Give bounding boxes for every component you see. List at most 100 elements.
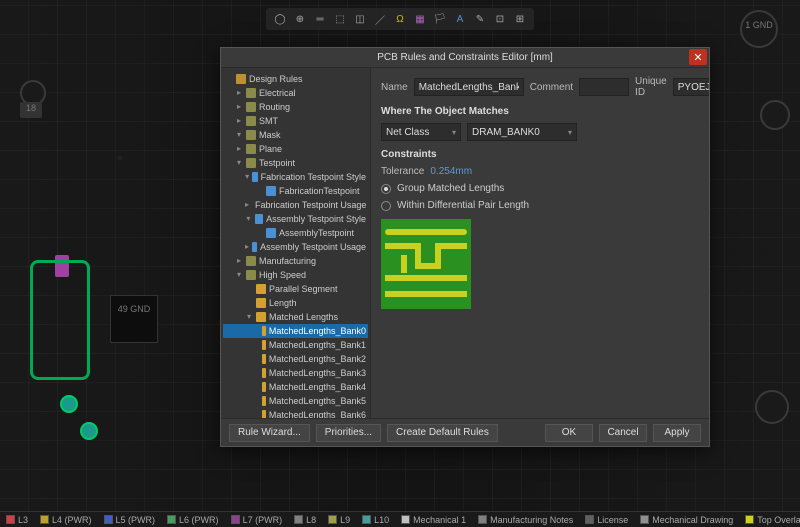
dialog-footer: Rule Wizard... Priorities... Create Defa… [221, 418, 709, 446]
tree-icon [252, 242, 257, 252]
tree-icon [262, 354, 266, 364]
tool-omega-icon[interactable]: Ω [392, 11, 408, 27]
tree-item[interactable]: ▾Fabrication Testpoint Style [223, 170, 368, 184]
ok-button[interactable]: OK [545, 424, 593, 442]
tool-place-icon[interactable]: ⊕ [292, 11, 308, 27]
tree-icon [256, 312, 266, 322]
rules-tree[interactable]: Design Rules▸Electrical▸Routing▸SMT▾Mask… [221, 68, 371, 418]
tree-icon [256, 298, 266, 308]
tree-item[interactable]: ▸Assembly Testpoint Usage [223, 240, 368, 254]
tree-item[interactable]: AssemblyTestpoint [223, 226, 368, 240]
name-input[interactable] [414, 78, 524, 96]
caret-icon [225, 75, 233, 83]
tolerance-value[interactable]: 0.254mm [430, 166, 472, 177]
tree-icon [236, 74, 246, 84]
create-default-rules-button[interactable]: Create Default Rules [387, 424, 498, 442]
tree-item[interactable]: MatchedLengths_Bank4 [223, 380, 368, 394]
scope-type-dropdown[interactable]: Net Class [381, 123, 461, 141]
layer-name: Mechanical Drawing [652, 515, 733, 525]
tool-fill-icon[interactable]: ◫ [352, 11, 368, 27]
tree-item[interactable]: ▾Mask [223, 128, 368, 142]
layer-tab[interactable]: Mechanical Drawing [634, 515, 739, 525]
tree-item[interactable]: Length [223, 296, 368, 310]
cancel-button[interactable]: Cancel [599, 424, 647, 442]
layer-name: Top Overlay [757, 515, 800, 525]
layer-tab[interactable]: L7 (PWR) [225, 515, 289, 525]
dialog-titlebar[interactable]: PCB Rules and Constraints Editor [mm] ✕ [221, 48, 709, 68]
tree-item[interactable]: ▸Routing [223, 100, 368, 114]
tree-item[interactable]: ▸SMT [223, 114, 368, 128]
tool-track-icon[interactable]: ═ [312, 11, 328, 27]
tool-line-icon[interactable]: ／ [372, 11, 388, 27]
tool-edit-icon[interactable]: ✎ [472, 11, 488, 27]
tree-label: High Speed [259, 269, 306, 281]
layer-tab[interactable]: L8 [288, 515, 322, 525]
tree-icon [246, 158, 256, 168]
layer-swatch-icon [401, 515, 410, 524]
layer-tab[interactable]: License [579, 515, 634, 525]
tree-icon [262, 368, 266, 378]
rule-wizard-button[interactable]: Rule Wizard... [229, 424, 310, 442]
tree-item[interactable]: FabricationTestpoint [223, 184, 368, 198]
tree-item[interactable]: MatchedLengths_Bank0 [223, 324, 368, 338]
caret-icon [255, 187, 263, 195]
layer-tab[interactable]: L6 (PWR) [161, 515, 225, 525]
tree-item[interactable]: MatchedLengths_Bank1 [223, 338, 368, 352]
tree-item[interactable]: Design Rules [223, 72, 368, 86]
comment-input[interactable] [579, 78, 629, 96]
tree-label: Assembly Testpoint Style [266, 213, 366, 225]
tree-item[interactable]: ▸Electrical [223, 86, 368, 100]
layer-name: Manufacturing Notes [490, 515, 573, 525]
radio-within-diffpair[interactable]: Within Differential Pair Length [381, 200, 699, 211]
radio-group-matched[interactable]: Group Matched Lengths [381, 183, 699, 194]
tree-item[interactable]: MatchedLengths_Bank6 [223, 408, 368, 418]
layer-tab[interactable]: L9 [322, 515, 356, 525]
tree-item[interactable]: MatchedLengths_Bank2 [223, 352, 368, 366]
tree-label: Plane [259, 143, 282, 155]
tree-item[interactable]: ▸Manufacturing [223, 254, 368, 268]
tool-text-icon[interactable]: A [452, 11, 468, 27]
layer-tabs-bar[interactable]: L3L4 (PWR)L5 (PWR)L6 (PWR)L7 (PWR)L8L9L1… [0, 511, 800, 527]
close-button[interactable]: ✕ [689, 49, 707, 65]
caret-icon: ▸ [235, 145, 243, 153]
tool-box2-icon[interactable]: ⊞ [512, 11, 528, 27]
tool-circle-icon[interactable]: ◯ [272, 11, 288, 27]
tree-item[interactable]: Parallel Segment [223, 282, 368, 296]
tree-label: MatchedLengths_Bank1 [269, 339, 366, 351]
layer-tab[interactable]: L10 [356, 515, 395, 525]
tree-item[interactable]: ▾Assembly Testpoint Style [223, 212, 368, 226]
layer-swatch-icon [6, 515, 15, 524]
tree-label: AssemblyTestpoint [279, 227, 354, 239]
tree-label: MatchedLengths_Bank3 [269, 367, 366, 379]
tree-item[interactable]: MatchedLengths_Bank5 [223, 394, 368, 408]
uniqueid-input[interactable] [673, 78, 709, 96]
layer-tab[interactable]: Manufacturing Notes [472, 515, 579, 525]
tree-icon [262, 410, 266, 418]
caret-icon: ▸ [235, 257, 243, 265]
layer-swatch-icon [294, 515, 303, 524]
apply-button[interactable]: Apply [653, 424, 701, 442]
tree-item[interactable]: ▾Testpoint [223, 156, 368, 170]
tree-label: Parallel Segment [269, 283, 338, 295]
tree-icon [246, 88, 256, 98]
layer-tab[interactable]: Mechanical 1 [395, 515, 472, 525]
tree-item[interactable]: ▾High Speed [223, 268, 368, 282]
priorities-button[interactable]: Priorities... [316, 424, 381, 442]
layer-tab[interactable]: Top Overlay [739, 515, 800, 525]
tree-item[interactable]: ▾Matched Lengths [223, 310, 368, 324]
layer-tab[interactable]: L3 [0, 515, 34, 525]
tree-item[interactable]: ▸Fabrication Testpoint Usage [223, 198, 368, 212]
caret-icon [255, 397, 259, 405]
tool-flag-icon[interactable]: 🏳 [432, 11, 448, 27]
tree-item[interactable]: ▸ Plane [223, 142, 368, 156]
tool-grid-icon[interactable]: ▦ [412, 11, 428, 27]
caret-icon [255, 369, 259, 377]
tree-item[interactable]: MatchedLengths_Bank3 [223, 366, 368, 380]
caret-icon: ▸ [245, 243, 249, 251]
tool-box1-icon[interactable]: ⊡ [492, 11, 508, 27]
scope-value-dropdown[interactable]: DRAM_BANK0 [467, 123, 577, 141]
layer-tab[interactable]: L4 (PWR) [34, 515, 98, 525]
layer-tab[interactable]: L5 (PWR) [98, 515, 162, 525]
tool-rect-icon[interactable]: ⬚ [332, 11, 348, 27]
layer-swatch-icon [362, 515, 371, 524]
